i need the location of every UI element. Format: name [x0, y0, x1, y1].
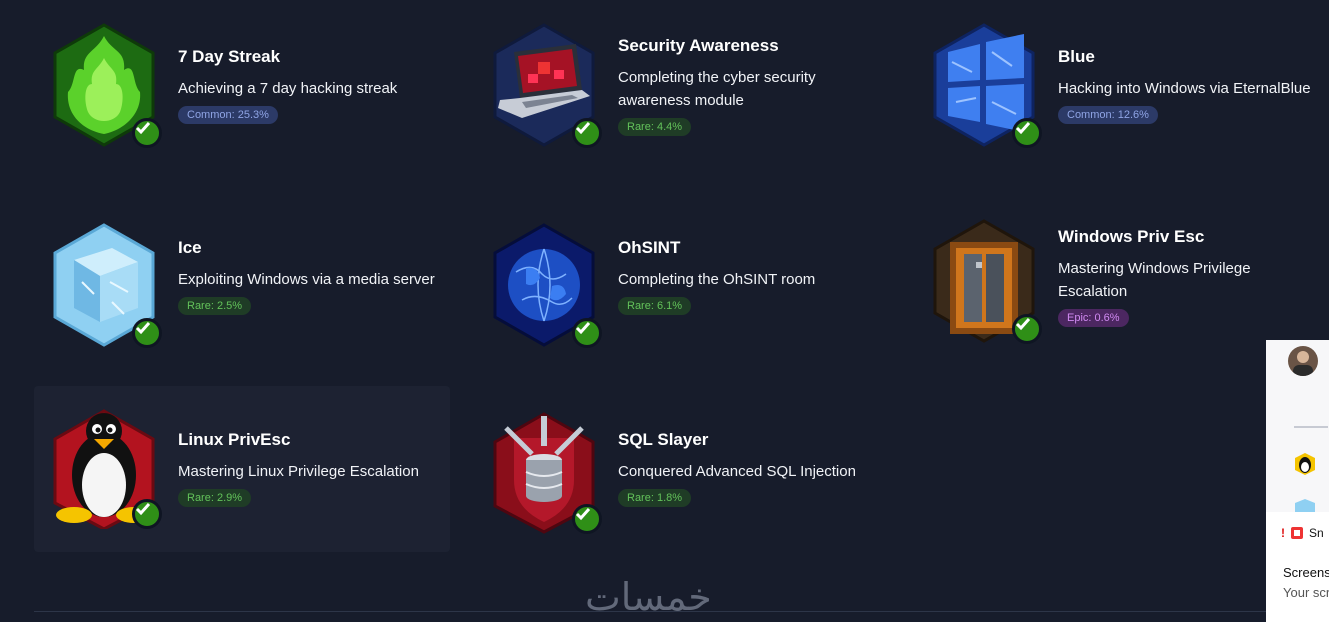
toast-header: ! Sn [1281, 526, 1324, 540]
badge-card[interactable]: 7 Day Streak Achieving a 7 day hacking s… [34, 0, 450, 166]
badge-description: Completing the OhSINT room [618, 271, 816, 288]
watermark-logo: خمسات [585, 575, 712, 619]
toast-subtitle: Your scr [1283, 585, 1329, 600]
toast-app-name: Sn [1309, 526, 1324, 540]
check-icon [572, 504, 602, 534]
badge-title: Windows Priv Esc [1058, 227, 1205, 246]
check-icon [1012, 118, 1042, 148]
rarity-pill: Rare: 1.8% [618, 489, 692, 507]
avatar[interactable] [1288, 346, 1318, 376]
check-icon [1012, 314, 1042, 344]
badge-description: Conquered Advanced SQL Injection [618, 463, 856, 480]
badge-title: Blue [1058, 47, 1095, 66]
badge-description: Mastering Windows Privilege Escalation [1058, 260, 1251, 300]
penguin-badge-icon [52, 403, 162, 529]
ice-cube-icon[interactable] [1294, 498, 1316, 512]
check-icon [572, 318, 602, 348]
badge-title: Linux PrivEsc [178, 430, 291, 449]
check-icon [132, 118, 162, 148]
side-panel [1266, 340, 1329, 512]
badge-description: Exploiting Windows via a media server [178, 271, 435, 288]
alert-icon: ! [1281, 526, 1285, 540]
badge-card[interactable]: Ice Exploiting Windows via a media serve… [34, 200, 450, 366]
rarity-pill: Rare: 4.4% [618, 118, 692, 136]
badge-description: Hacking into Windows via EternalBlue [1058, 80, 1311, 97]
badge-title: Ice [178, 238, 202, 257]
rarity-pill: Epic: 0.6% [1058, 309, 1129, 327]
fire-badge-icon [52, 22, 162, 148]
badge-description: Achieving a 7 day hacking streak [178, 80, 398, 97]
badge-card[interactable]: SQL Slayer Conquered Advanced SQL Inject… [474, 386, 890, 552]
rarity-pill: Common: 12.6% [1058, 106, 1158, 124]
badge-title: 7 Day Streak [178, 47, 281, 66]
rarity-pill: Rare: 2.9% [178, 489, 252, 507]
badge-title: Security Awareness [618, 36, 779, 55]
database-shield-badge-icon [492, 408, 602, 534]
laptop-badge-icon [492, 22, 602, 148]
badge-title: SQL Slayer [618, 430, 709, 449]
badge-card[interactable]: OhSINT Completing the OhSINT room Rare: … [474, 200, 890, 366]
check-icon [132, 318, 162, 348]
snipping-tool-icon [1291, 527, 1303, 539]
badge-description: Mastering Linux Privilege Escalation [178, 463, 419, 480]
badge-card[interactable]: Linux PrivEsc Mastering Linux Privilege … [34, 386, 450, 552]
badge-card[interactable]: Security Awareness Completing the cyber … [474, 0, 890, 166]
rarity-pill: Rare: 2.5% [178, 297, 252, 315]
badge-title: OhSINT [618, 238, 681, 257]
globe-badge-icon [492, 222, 602, 348]
toast-title: Screens [1283, 565, 1329, 580]
badge-card[interactable]: Blue Hacking into Windows via EternalBlu… [914, 0, 1329, 166]
notification-toast[interactable]: ! Sn Screens Your scr [1266, 512, 1329, 622]
badge-description: Completing the cyber security awareness … [618, 69, 816, 109]
check-icon [572, 118, 602, 148]
windows-badge-icon [932, 22, 1042, 148]
check-icon [132, 499, 162, 529]
penguin-icon[interactable] [1294, 452, 1316, 476]
divider [34, 611, 1266, 612]
rarity-pill: Rare: 6.1% [618, 297, 692, 315]
divider [1294, 426, 1328, 428]
elevator-badge-icon [932, 218, 1042, 344]
ice-cube-badge-icon [52, 222, 162, 348]
rarity-pill: Common: 25.3% [178, 106, 278, 124]
